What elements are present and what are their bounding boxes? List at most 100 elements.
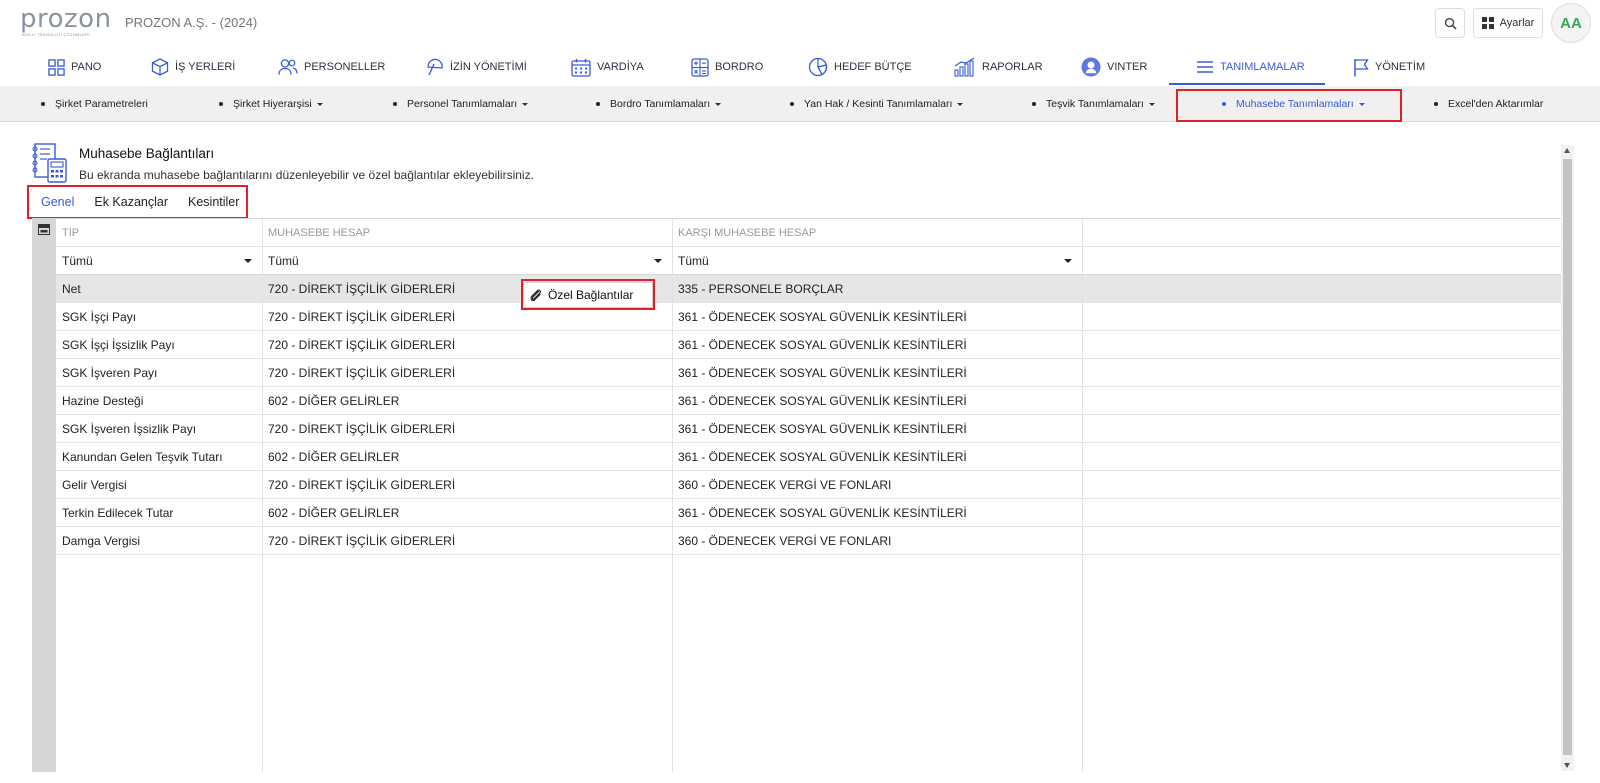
nav-personeller[interactable]: PERSONELLER xyxy=(278,48,385,86)
nav-label: İZİN YÖNETİMİ xyxy=(450,61,527,73)
cell-karsi-muhasebe-hesap[interactable]: 361 - ÖDENECEK SOSYAL GÜVENLİK KESİNTİLE… xyxy=(672,387,1082,415)
nav-bordro[interactable]: BORDRO xyxy=(691,48,763,86)
subnav-tesvik-tanimlamalari[interactable]: Teşvik Tanımlamaları xyxy=(1032,86,1155,122)
column-header-tip[interactable]: TİP xyxy=(56,219,262,247)
nav-label: PANO xyxy=(71,61,102,73)
filter-select-tip[interactable]: Tümü xyxy=(56,247,262,275)
column-header-karsi-muhasebe-hesap[interactable]: KARŞI MUHASEBE HESAP xyxy=(672,219,1082,247)
company-name: PROZON A.Ş. - (2024) xyxy=(125,15,258,30)
subnav-personel-tanimlamalari[interactable]: Personel Tanımlamaları xyxy=(393,86,529,122)
cell-karsi-muhasebe-hesap[interactable]: 361 - ÖDENECEK SOSYAL GÜVENLİK KESİNTİLE… xyxy=(672,415,1082,443)
cell-muhasebe-hesap[interactable]: 720 - DİREKT İŞÇİLİK GİDERLERİ xyxy=(262,527,672,555)
cell-karsi-muhasebe-hesap[interactable]: 361 - ÖDENECEK SOSYAL GÜVENLİK KESİNTİLE… xyxy=(672,443,1082,471)
subnav-sirket-hiyerarsisi[interactable]: Şirket Hiyerarşisi xyxy=(219,86,323,122)
beach-umbrella-icon xyxy=(427,58,443,76)
cell-karsi-muhasebe-hesap[interactable]: 361 - ÖDENECEK SOSYAL GÜVENLİK KESİNTİLE… xyxy=(672,303,1082,331)
table-row[interactable]: SGK İşçi Payı 720 - DİREKT İŞÇİLİK GİDERL… xyxy=(56,303,1561,331)
table-row[interactable]: SGK İşveren İşsizlik Payı 720 - DİREKT İŞ… xyxy=(56,415,1561,443)
table-row[interactable]: Terkin Edilecek Tutar 602 - DİĞER GELİRLE… xyxy=(56,499,1561,527)
subnav-excel-aktarimlar[interactable]: Excel'den Aktarımlar xyxy=(1434,86,1543,122)
cell-tip[interactable]: SGK İşçi Payı xyxy=(56,303,262,331)
subnav-label: Bordro Tanımlamaları xyxy=(610,98,711,110)
subnav-yan-hak-kesinti[interactable]: Yan Hak / Kesinti Tanımlamaları xyxy=(790,86,964,122)
nav-is-yerleri[interactable]: İŞ YERLERİ xyxy=(151,48,235,86)
nav-pano[interactable]: PANO xyxy=(48,48,101,86)
subnav-bordro-tanimlamalari[interactable]: Bordro Tanımlamaları xyxy=(596,86,722,122)
filter-select-karsi-muhasebe-hesap[interactable]: Tümü xyxy=(672,247,1082,275)
cell-muhasebe-hesap[interactable]: 720 - DİREKT İŞÇİLİK GİDERLERİ xyxy=(262,471,672,499)
cell-karsi-muhasebe-hesap[interactable]: 361 - ÖDENECEK SOSYAL GÜVENLİK KESİNTİLE… xyxy=(672,331,1082,359)
cell-tip[interactable]: Terkin Edilecek Tutar xyxy=(56,499,262,527)
bullet xyxy=(1434,102,1438,106)
cell-tip[interactable]: Hazine Desteği xyxy=(56,387,262,415)
table-row[interactable]: Net 720 - DİREKT İŞÇİLİK GİDERLERİ 335 - P… xyxy=(56,275,1561,303)
tab-ek-kazanclar[interactable]: Ek Kazançlar xyxy=(94,195,168,209)
bullet xyxy=(219,102,223,106)
tab-genel[interactable]: Genel xyxy=(41,195,74,209)
cell-muhasebe-hesap[interactable]: 602 - DİĞER GELİRLER xyxy=(262,387,672,415)
user-avatar[interactable]: AA xyxy=(1551,3,1591,43)
table-row[interactable]: Hazine Desteği 602 - DİĞER GELİRLER 361 - … xyxy=(56,387,1561,415)
user-circle-icon xyxy=(1081,57,1101,77)
cell-tip[interactable]: Kanundan Gelen Teşvik Tutarı xyxy=(56,443,262,471)
nav-vardiya[interactable]: VARDİYA xyxy=(571,48,644,86)
nav-tanimlamalar[interactable]: TANIMLAMALAR xyxy=(1196,48,1305,86)
subnav-sirket-parametreleri[interactable]: Şirket Parametreleri xyxy=(41,86,148,122)
nav-raporlar[interactable]: RAPORLAR xyxy=(954,48,1043,86)
cell-tip[interactable]: Gelir Vergisi xyxy=(56,471,262,499)
cell-tip[interactable]: SGK İşçi İşsizlik Payı xyxy=(56,331,262,359)
flag-icon xyxy=(1354,58,1369,76)
settings-button[interactable]: Ayarlar xyxy=(1473,8,1543,38)
table-row[interactable]: Kanundan Gelen Teşvik Tutarı 602 - DİĞER … xyxy=(56,443,1561,471)
nav-vinter[interactable]: VINTER xyxy=(1081,48,1147,86)
dashboard-icon xyxy=(48,58,65,76)
prozon-logo[interactable]: prozon AKILLI TEKNOLOJİ ÇÖZÜMLERİ xyxy=(20,4,114,37)
filter-select-muhasebe-hesap[interactable]: Tümü xyxy=(262,247,672,275)
table-row[interactable]: Gelir Vergisi 720 - DİREKT İŞÇİLİK GİDERL… xyxy=(56,471,1561,499)
cell-tip[interactable]: SGK İşveren Payı xyxy=(56,359,262,387)
table-row[interactable]: SGK İşveren Payı 720 - DİREKT İŞÇİLİK GİD… xyxy=(56,359,1561,387)
cell-karsi-muhasebe-hesap[interactable]: 361 - ÖDENECEK SOSYAL GÜVENLİK KESİNTİLE… xyxy=(672,359,1082,387)
nav-hedef-butce[interactable]: HEDEF BÜTÇE xyxy=(808,48,912,86)
cell-karsi-muhasebe-hesap[interactable]: 361 - ÖDENECEK SOSYAL GÜVENLİK KESİNTİLE… xyxy=(672,499,1082,527)
scroll-up-arrow-icon[interactable] xyxy=(1564,148,1570,153)
calendar-icon xyxy=(571,58,591,77)
cell-karsi-muhasebe-hesap[interactable]: 360 - ÖDENECEK VERGİ VE FONLARI xyxy=(672,527,1082,555)
column-header-muhasebe-hesap[interactable]: MUHASEBE HESAP xyxy=(262,219,672,247)
search-icon xyxy=(1444,17,1457,30)
cell-muhasebe-hesap[interactable]: 720 - DİREKT İŞÇİLİK GİDERLERİ xyxy=(262,359,672,387)
context-menu-label: Özel Bağlantılar xyxy=(548,288,634,302)
nav-label: TANIMLAMALAR xyxy=(1220,61,1305,73)
column-divider xyxy=(1082,219,1083,772)
cell-muhasebe-hesap[interactable]: 720 - DİREKT İŞÇİLİK GİDERLERİ xyxy=(262,331,672,359)
cell-tip[interactable]: SGK İşveren İşsizlik Payı xyxy=(56,415,262,443)
table-row[interactable]: SGK İşçi İşsizlik Payı 720 - DİREKT İŞÇİL… xyxy=(56,331,1561,359)
subnav-label: Excel'den Aktarımlar xyxy=(1448,98,1544,110)
subnav-label: Teşvik Tanımlamaları xyxy=(1046,98,1144,110)
grid-row-gutter xyxy=(32,219,56,772)
bullet xyxy=(1222,102,1226,106)
context-menu-ozel-baglantilar[interactable]: Özel Bağlantılar xyxy=(523,282,653,308)
active-nav-underline xyxy=(1169,83,1325,85)
cell-tip[interactable]: Damga Vergisi xyxy=(56,527,262,555)
cell-karsi-muhasebe-hesap[interactable]: 360 - ÖDENECEK VERGİ VE FONLARI xyxy=(672,471,1082,499)
cell-muhasebe-hesap[interactable]: 720 - DİREKT İŞÇİLİK GİDERLERİ xyxy=(262,415,672,443)
table-row[interactable]: Damga Vergisi 720 - DİREKT İŞÇİLİK GİDERL… xyxy=(56,527,1561,555)
search-button[interactable] xyxy=(1435,8,1465,38)
cell-tip[interactable]: Net xyxy=(56,275,262,303)
page-description: Bu ekranda muhasebe bağlantılarını düzen… xyxy=(79,168,534,182)
nav-yonetim[interactable]: YÖNETİM xyxy=(1353,48,1425,86)
tab-kesintiler[interactable]: Kesintiler xyxy=(188,195,239,209)
caret-down-icon xyxy=(1064,259,1072,263)
cell-muhasebe-hesap[interactable]: 602 - DİĞER GELİRLER xyxy=(262,499,672,527)
nav-izin-yonetimi[interactable]: İZİN YÖNETİMİ xyxy=(426,48,527,86)
bullet xyxy=(41,102,45,106)
logo-text: prozon xyxy=(20,4,112,34)
subnav-muhasebe-tanimlamalari[interactable]: Muhasebe Tanımlamaları xyxy=(1222,86,1365,122)
column-chooser-icon[interactable] xyxy=(38,224,50,235)
cell-muhasebe-hesap[interactable]: 602 - DİĞER GELİRLER xyxy=(262,443,672,471)
scroll-down-arrow-icon[interactable] xyxy=(1564,763,1570,768)
vertical-scrollbar[interactable] xyxy=(1561,145,1574,771)
scrollbar-thumb[interactable] xyxy=(1563,159,1572,755)
cell-karsi-muhasebe-hesap[interactable]: 335 - PERSONELE BORÇLAR xyxy=(672,275,1082,303)
